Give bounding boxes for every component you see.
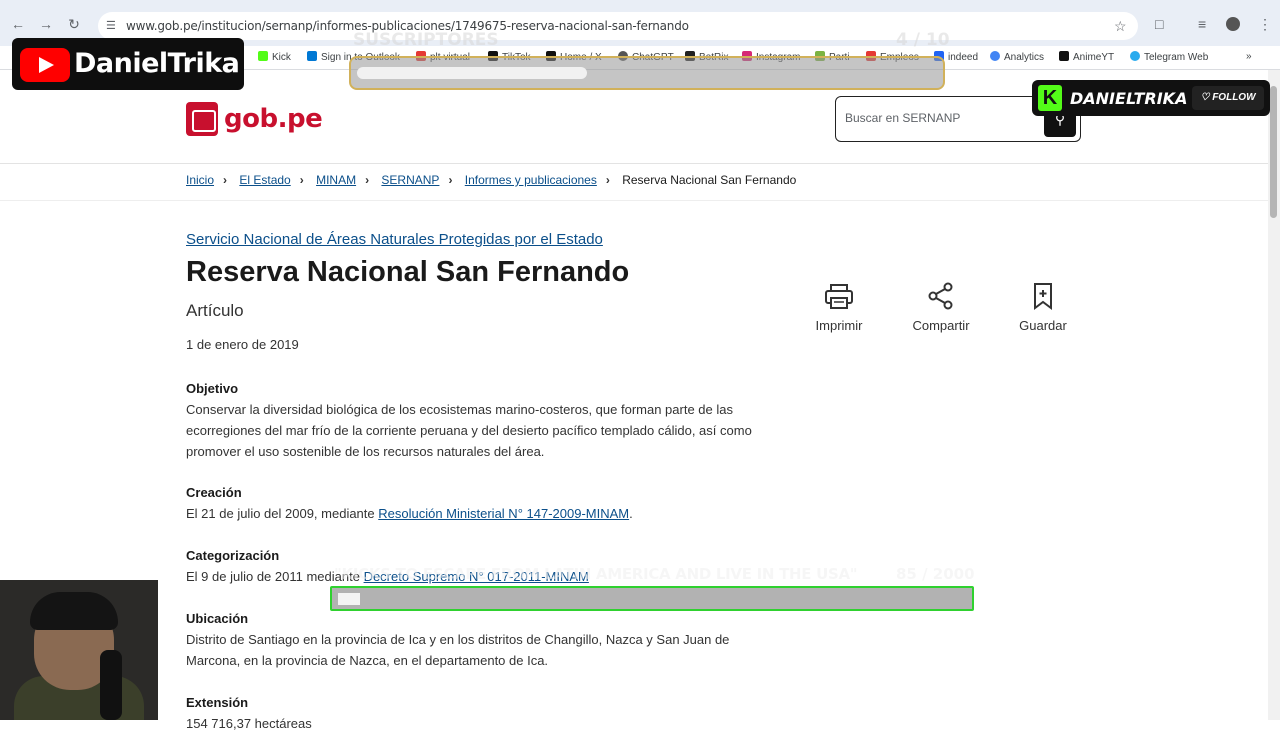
publish-date: 1 de enero de 2019 [186, 337, 299, 352]
bookmark-icon [1034, 283, 1052, 310]
breadcrumb-link-informes[interactable]: Informes y publicaciones [465, 173, 597, 187]
breadcrumb-link-el-estado[interactable]: El Estado [239, 173, 290, 187]
article-type: Artículo [186, 301, 244, 320]
section-heading: Ubicación [186, 611, 249, 626]
breadcrumb-link-inicio[interactable]: Inicio [186, 173, 214, 187]
save-button[interactable]: Guardar [1003, 282, 1083, 333]
print-label: Imprimir [815, 318, 863, 333]
gobpe-logo-icon[interactable] [186, 102, 218, 136]
youtube-channel-name: DanielTrika [74, 48, 240, 79]
section-text: El 21 de julio del 2009, mediante Resolu… [186, 506, 633, 521]
print-button[interactable]: Imprimir [799, 282, 879, 333]
analytics-icon [990, 51, 1000, 61]
more-bookmarks-icon[interactable]: » [1246, 51, 1252, 62]
chevron-right-icon: › [365, 173, 370, 187]
search-input[interactable] [845, 111, 1035, 125]
heart-icon: ♡ [1200, 92, 1213, 103]
site-logo[interactable]: gob.pe [224, 104, 323, 134]
divider [0, 200, 1268, 201]
breadcrumb: Inicio › El Estado › MINAM › SERNANP › Infor… [186, 173, 796, 187]
kicks-goal-fill [338, 593, 360, 605]
microphone [100, 650, 122, 720]
resolution-link[interactable]: Resolución Ministerial N° 147-2009-MINAM [378, 506, 629, 521]
kicks-goal-label: "KICKS TO ESCAPE FROM LATIN AMERICA AND … [334, 565, 858, 583]
profile-avatar[interactable] [1226, 17, 1240, 31]
media-icon[interactable]: ≡ [1198, 16, 1206, 32]
site-info-icon[interactable]: ☰ [106, 19, 120, 33]
back-icon[interactable]: ← [10, 16, 26, 32]
bookmark-item[interactable]: Analytics [990, 51, 1044, 63]
page-title: Reserva Nacional San Fernando [186, 256, 630, 288]
chevron-right-icon: › [605, 173, 610, 187]
bookmark-star-icon[interactable]: ☆ [1114, 18, 1127, 35]
webcam-feed [0, 580, 158, 720]
telegram-icon [1130, 51, 1140, 61]
bookmark-item[interactable]: Kick [258, 51, 291, 63]
youtube-icon [20, 48, 70, 82]
section-heading: Extensión [186, 695, 249, 710]
section-text: Distrito de Santiago en la provincia de … [186, 632, 730, 668]
institution-link[interactable]: Servicio Nacional de Áreas Naturales Pro… [186, 231, 603, 248]
share-icon [928, 282, 953, 310]
subs-goal-count: 4 / 10 [896, 30, 950, 50]
section-extension: Extensión 154 716,37 hectáreas [186, 692, 776, 734]
chevron-right-icon: › [299, 173, 304, 187]
breadcrumb-link-minam[interactable]: MINAM [316, 173, 356, 187]
reload-icon[interactable]: ↻ [66, 16, 82, 32]
kicks-goal-bar [330, 586, 974, 611]
extensions-icon[interactable]: □ [1155, 16, 1163, 32]
chevron-right-icon: › [223, 173, 228, 187]
animeyt-icon [1059, 51, 1069, 61]
subs-goal-label: SUSCRIPTORES [353, 30, 499, 50]
bookmark-item[interactable]: AnimeYT [1059, 51, 1114, 63]
share-button[interactable]: Compartir [901, 282, 981, 333]
section-text: 154 716,37 hectáreas [186, 716, 312, 731]
menu-icon[interactable]: ⋮ [1258, 16, 1272, 33]
section-text: Conservar la diversidad biológica de los… [186, 402, 752, 459]
section-heading: Creación [186, 485, 242, 500]
kick-logo-icon: K [1038, 85, 1062, 111]
kicks-goal-count: 85 / 2000 [896, 565, 975, 583]
outlook-icon [307, 51, 317, 61]
section-creacion: Creación El 21 de julio del 2009, median… [186, 482, 776, 524]
section-objetivo: Objetivo Conservar la diversidad biológi… [186, 378, 776, 462]
subs-goal-fill [357, 67, 587, 79]
section-heading: Objetivo [186, 381, 239, 396]
breadcrumb-link-sernanp[interactable]: SERNANP [381, 173, 439, 187]
scrollbar[interactable] [1268, 70, 1280, 720]
save-label: Guardar [1019, 318, 1067, 333]
section-ubicacion: Ubicación Distrito de Santiago en la pro… [186, 608, 776, 671]
subs-goal-bar [349, 56, 945, 90]
bookmark-item[interactable]: Telegram Web [1130, 51, 1208, 63]
scrollbar-thumb[interactable] [1270, 86, 1277, 218]
breadcrumb-current: Reserva Nacional San Fernando [622, 173, 797, 187]
kick-channel-name: DANIELTRIKA [1070, 89, 1188, 108]
address-bar[interactable]: ☰ www.gob.pe/institucion/sernanp/informe… [98, 12, 1138, 40]
printer-icon [825, 284, 853, 309]
forward-icon[interactable]: → [38, 16, 54, 32]
chevron-right-icon: › [448, 173, 453, 187]
youtube-channel-badge: DanielTrika [12, 38, 244, 90]
follow-button: ♡ FOLLOW [1192, 86, 1264, 110]
kick-icon [258, 51, 268, 61]
kick-channel-badge: K DANIELTRIKA ♡ FOLLOW [1032, 80, 1270, 116]
share-label: Compartir [912, 318, 970, 333]
section-heading: Categorización [186, 548, 280, 563]
